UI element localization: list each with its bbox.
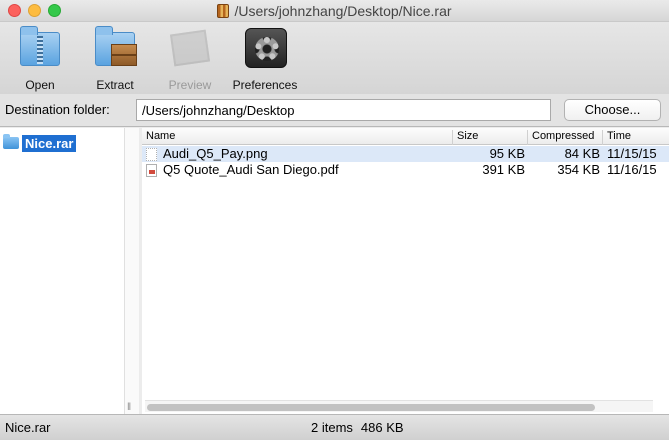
table-row[interactable]: Audi_Q5_Pay.png 95 KB 84 KB 11/15/15	[142, 146, 669, 162]
archive-icon	[217, 4, 230, 18]
file-name: Audi_Q5_Pay.png	[163, 146, 268, 161]
file-name: Q5 Quote_Audi San Diego.pdf	[163, 162, 339, 177]
extract-button[interactable]: Extract	[78, 24, 152, 92]
toolbar: Open Extract Preview Preferences	[0, 22, 669, 94]
preview-button[interactable]: Preview	[153, 24, 227, 92]
window-title-wrap: /Users/johnzhang/Desktop/Nice.rar	[0, 3, 669, 19]
column-header-compressed[interactable]: Compressed	[528, 130, 603, 145]
file-time: 11/15/15	[607, 146, 657, 161]
status-archive-name: Nice.rar	[5, 420, 51, 435]
extract-box-icon	[91, 24, 139, 72]
preview-label: Preview	[168, 78, 212, 92]
zip-folder-icon	[16, 24, 64, 72]
column-header-time[interactable]: Time	[603, 130, 669, 145]
sidebar-scrollbar[interactable]	[124, 128, 139, 414]
status-total-size: 486 KB	[360, 420, 404, 435]
splitter-handle[interactable]: ǁ	[127, 402, 131, 413]
destination-folder-input[interactable]: /Users/johnzhang/Desktop	[136, 99, 551, 121]
gear-icon	[241, 24, 289, 72]
pdf-file-icon	[146, 164, 157, 177]
scrollbar-thumb[interactable]	[147, 404, 595, 411]
archive-tree-sidebar: Nice.rar	[0, 128, 139, 414]
file-compressed: 354 KB	[557, 162, 600, 177]
open-label: Open	[25, 78, 55, 92]
file-size: 95 KB	[489, 146, 525, 161]
open-button[interactable]: Open	[3, 24, 77, 92]
destination-bar: Destination folder: /Users/johnzhang/Des…	[0, 94, 669, 127]
horizontal-scrollbar[interactable]	[145, 400, 653, 412]
sidebar-item-nice-rar[interactable]: Nice.rar	[3, 134, 77, 152]
choose-button[interactable]: Choose...	[564, 99, 661, 121]
window-title: /Users/johnzhang/Desktop/Nice.rar	[234, 3, 452, 19]
column-header-size[interactable]: Size	[453, 130, 528, 145]
sidebar-item-label: Nice.rar	[22, 134, 77, 152]
preview-icon	[166, 24, 214, 72]
status-item-count: 2 items	[311, 420, 353, 435]
file-time: 11/16/15	[607, 162, 657, 177]
title-bar: /Users/johnzhang/Desktop/Nice.rar	[0, 0, 669, 22]
table-row[interactable]: Q5 Quote_Audi San Diego.pdf 391 KB 354 K…	[142, 162, 669, 178]
file-compressed: 84 KB	[564, 146, 600, 161]
file-list: Name Size Compressed Time Audi_Q5_Pay.pn…	[142, 128, 669, 414]
table-header: Name Size Compressed Time	[142, 128, 669, 145]
file-size: 391 KB	[482, 162, 525, 177]
preferences-button[interactable]: Preferences	[228, 24, 302, 92]
status-summary: 2 items 486 KB	[311, 420, 404, 435]
preferences-label: Preferences	[232, 78, 298, 92]
status-bar: Nice.rar 2 items 486 KB	[0, 414, 669, 440]
destination-folder-label: Destination folder:	[5, 102, 110, 117]
folder-icon	[3, 134, 19, 149]
extract-label: Extract	[96, 78, 134, 92]
png-file-icon	[146, 148, 157, 161]
column-header-name[interactable]: Name	[142, 130, 453, 145]
